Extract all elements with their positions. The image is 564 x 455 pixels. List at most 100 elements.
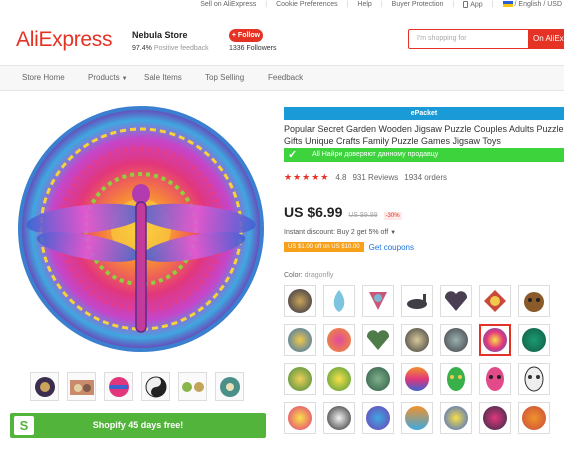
search-input[interactable]: I'm shopping for — [409, 30, 528, 48]
color-swatch[interactable] — [323, 402, 355, 434]
chevron-down-icon: ▼ — [121, 76, 128, 82]
rating-row: ★★★★★ 4.8 931 Reviews 1934 orders — [284, 172, 447, 183]
thumbnail[interactable] — [67, 372, 96, 401]
color-selected-value: dragonfly — [304, 272, 334, 279]
color-swatch[interactable] — [323, 324, 355, 356]
color-swatch[interactable] — [518, 363, 550, 395]
color-swatch[interactable] — [401, 402, 433, 434]
locale-selector[interactable]: / English / USD — [502, 1, 562, 9]
nav-store-home[interactable]: Store Home — [22, 73, 65, 82]
color-swatch[interactable] — [362, 285, 394, 317]
color-swatch[interactable] — [362, 402, 394, 434]
color-swatch[interactable] — [479, 363, 511, 395]
feedback-label: Positive feedback — [153, 45, 209, 52]
color-swatch[interactable] — [518, 324, 550, 356]
help-link[interactable]: Help — [357, 1, 371, 8]
trust-banner: ✓ All Найри доверяют данному продавцу — [284, 148, 564, 162]
color-swatch[interactable] — [518, 285, 550, 317]
aliexpress-logo[interactable]: AliExpress — [16, 28, 113, 52]
instant-discount-text: Instant discount: Buy 2 get 5% off — [284, 229, 389, 236]
chevron-down-icon[interactable]: ▼ — [390, 230, 396, 236]
dragonfly-puzzle-image — [18, 106, 264, 352]
nav-products[interactable]: Products ▼ — [88, 73, 128, 82]
top-utility-bar: Sell on AliExpress | Cookie Preferences … — [0, 0, 564, 12]
coupon-row: US $1.00 off on US $10.00 Get coupons — [284, 242, 414, 252]
color-swatch[interactable] — [440, 324, 472, 356]
nav-feedback[interactable]: Feedback — [268, 73, 303, 82]
search-bar: I'm shopping for On AliExpress — [408, 29, 564, 49]
store-header: AliExpress Nebula Store 97.4% Positive f… — [0, 14, 564, 64]
color-swatch[interactable] — [284, 324, 316, 356]
divider: | — [452, 1, 455, 9]
locale-label: / English / USD — [514, 1, 562, 9]
product-title: Popular Secret Garden Wooden Jigsaw Puzz… — [284, 124, 564, 146]
nav-sale-items[interactable]: Sale Items — [144, 73, 182, 82]
color-swatch[interactable] — [401, 324, 433, 356]
instant-discount: Instant discount: Buy 2 get 5% off ▼ — [284, 229, 396, 236]
buyer-protection-link[interactable]: Buyer Protection — [392, 1, 444, 8]
rating-value: 4.8 — [335, 173, 347, 182]
thumbnail[interactable] — [30, 372, 59, 401]
color-swatch[interactable] — [440, 285, 472, 317]
product-main-image[interactable] — [16, 104, 266, 354]
thumbnail[interactable] — [215, 372, 244, 401]
color-label-text: Color: — [284, 272, 303, 279]
shopify-banner-text: Shopify 45 days free! — [92, 420, 184, 430]
nav-products-label: Products — [88, 73, 120, 82]
color-swatch[interactable] — [401, 285, 433, 317]
phone-icon — [463, 1, 469, 8]
followers-label: Followers — [246, 45, 277, 52]
sell-link[interactable]: Sell on AliExpress — [200, 1, 256, 8]
follow-button[interactable]: + Follow — [229, 29, 263, 42]
feedback-value: 97.4% — [132, 45, 152, 52]
color-swatch[interactable] — [479, 285, 511, 317]
reviews-link[interactable]: 931 Reviews — [352, 173, 398, 182]
color-swatches — [284, 285, 564, 434]
shopify-banner[interactable]: S Shopify 45 days free! — [10, 413, 266, 438]
color-swatch[interactable] — [401, 363, 433, 395]
divider: | — [491, 1, 494, 9]
get-coupons-link[interactable]: Get coupons — [369, 243, 414, 252]
color-label: Color: dragonfly — [284, 272, 333, 279]
nav-top-selling[interactable]: Top Selling — [205, 73, 244, 82]
color-swatch[interactable] — [284, 285, 316, 317]
thumbnail[interactable] — [141, 372, 170, 401]
color-swatch[interactable] — [440, 363, 472, 395]
color-swatch[interactable] — [362, 324, 394, 356]
color-swatch[interactable] — [284, 402, 316, 434]
trust-text: All Найри доверяют данному продавцу — [312, 151, 439, 158]
color-swatch-selected[interactable] — [479, 324, 511, 356]
divider: | — [380, 1, 383, 9]
followers-value: 1336 — [229, 45, 245, 52]
store-name[interactable]: Nebula Store — [132, 30, 188, 40]
color-swatch[interactable] — [284, 363, 316, 395]
app-label: App — [470, 1, 483, 9]
divider: | — [265, 1, 268, 9]
thumbnail[interactable] — [104, 372, 133, 401]
thumbnail[interactable] — [178, 372, 207, 401]
followers-count: 1336 Followers — [229, 45, 276, 52]
store-feedback: 97.4% Positive feedback — [132, 45, 209, 52]
color-swatch[interactable] — [440, 402, 472, 434]
color-swatch[interactable] — [362, 363, 394, 395]
color-swatch[interactable] — [323, 363, 355, 395]
store-nav: Store Home Products ▼ Sale Items Top Sell… — [0, 65, 564, 91]
divider: | — [346, 1, 349, 9]
original-price: US $9.99 — [348, 212, 378, 219]
coupon-badge[interactable]: US $1.00 off on US $10.00 — [284, 242, 364, 252]
color-swatch[interactable] — [479, 402, 511, 434]
app-link[interactable]: App — [463, 1, 483, 9]
cookie-link[interactable]: Cookie Preferences — [276, 1, 337, 8]
orders-count: 1934 orders — [404, 173, 447, 182]
color-swatch[interactable] — [323, 285, 355, 317]
color-swatch[interactable] — [518, 402, 550, 434]
flag-icon — [502, 1, 513, 8]
discount-badge: -30% — [383, 212, 402, 220]
search-button[interactable]: On AliExpress — [528, 29, 564, 49]
rating-stars: ★★★★★ — [284, 172, 330, 182]
epacket-badge: ePacket — [284, 107, 564, 120]
current-price: US $6.99 — [284, 204, 343, 220]
check-icon: ✓ — [288, 149, 298, 161]
thumbnail-strip — [30, 372, 244, 401]
price-row: US $6.99 US $9.99 -30% — [284, 204, 402, 220]
